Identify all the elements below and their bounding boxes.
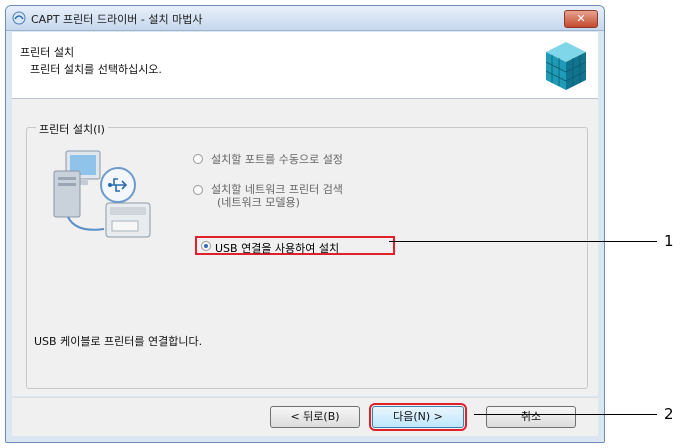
installer-cube-icon bbox=[545, 42, 587, 90]
usb-option-highlight: USB 연결을 사용하여 설치 bbox=[195, 236, 395, 255]
usb-install-radio[interactable] bbox=[201, 241, 211, 251]
back-button[interactable]: < 뒤로(B) bbox=[270, 406, 360, 428]
title-bar[interactable]: CAPT 프린터 드라이버 - 설치 마법사 ✕ bbox=[6, 6, 604, 31]
close-button[interactable]: ✕ bbox=[564, 10, 598, 28]
wizard-body: 프린터 설치(I) 설치할 포트를 수동으로 설정 설치할 네트워크 프린터 검… bbox=[12, 99, 598, 396]
callout-number-2: 2 bbox=[664, 405, 674, 423]
option-description: USB 케이블로 프린터를 연결합니다. bbox=[34, 335, 203, 348]
network-search-radio[interactable] bbox=[193, 185, 203, 195]
network-search-option-sublabel: (네트워크 모델용) bbox=[217, 196, 300, 209]
next-button[interactable]: 다음(N) > bbox=[369, 403, 467, 431]
close-icon: ✕ bbox=[576, 12, 586, 25]
manual-port-option-label: 설치할 포트를 수동으로 설정 bbox=[211, 153, 343, 166]
installer-window: CAPT 프린터 드라이버 - 설치 마법사 ✕ 프린터 설치 프린터 설치를 … bbox=[5, 5, 605, 443]
computer-printer-usb-illustration bbox=[53, 150, 151, 238]
page-title: 프린터 설치 bbox=[20, 46, 75, 59]
manual-port-radio[interactable] bbox=[193, 154, 203, 164]
page-subtitle: 프린터 설치를 선택하십시오. bbox=[30, 63, 162, 76]
usb-install-option-label: USB 연결을 사용하여 설치 bbox=[215, 242, 340, 255]
wizard-header: 프린터 설치 프린터 설치를 선택하십시오. bbox=[12, 32, 598, 99]
callout-line-2 bbox=[474, 414, 657, 415]
installer-app-icon bbox=[12, 11, 26, 25]
window-title: CAPT 프린터 드라이버 - 설치 마법사 bbox=[31, 13, 203, 26]
wizard-footer: < 뒤로(B) 다음(N) > 취소 bbox=[12, 397, 598, 436]
group-label: 프린터 설치(I) bbox=[36, 121, 108, 137]
cancel-button[interactable]: 취소 bbox=[486, 406, 576, 428]
callout-number-1: 1 bbox=[664, 232, 674, 250]
callout-line-1 bbox=[389, 241, 657, 242]
